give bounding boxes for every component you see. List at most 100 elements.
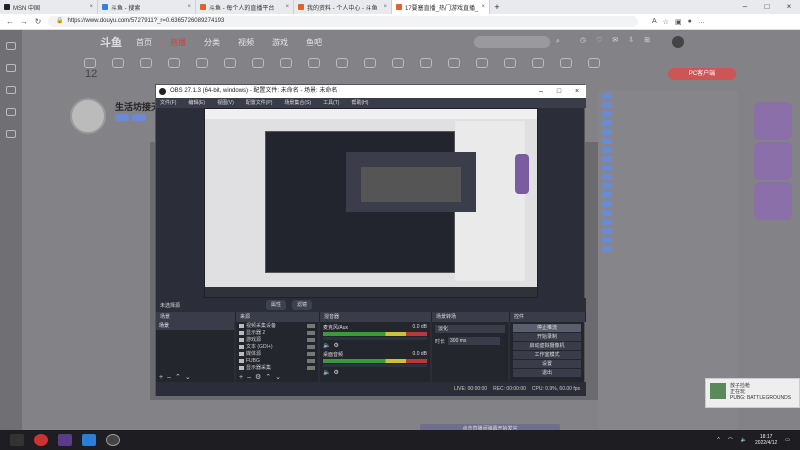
- douyu-icon[interactable]: [34, 434, 48, 446]
- close-icon[interactable]: ×: [481, 4, 485, 10]
- nav-link-active[interactable]: 直播: [170, 37, 186, 48]
- scene-item[interactable]: 场景: [156, 322, 234, 330]
- gear-icon[interactable]: ⚙: [333, 342, 338, 349]
- visibility-icon[interactable]: [307, 330, 315, 335]
- volume-slider[interactable]: [323, 337, 427, 340]
- visibility-icon[interactable]: [307, 344, 315, 349]
- pc-client-button[interactable]: PC客户端: [668, 68, 736, 80]
- studio-mode-button[interactable]: 工作室模式: [513, 351, 581, 359]
- move-up-icon[interactable]: ⌃: [265, 373, 271, 382]
- move-down-icon[interactable]: ⌄: [275, 373, 281, 382]
- follow-icon[interactable]: ♡: [596, 36, 602, 44]
- category-item[interactable]: [278, 58, 294, 82]
- profile-icon[interactable]: ●: [688, 18, 692, 26]
- start-recording-button[interactable]: 开始录制: [513, 333, 581, 341]
- rail-home-icon[interactable]: [6, 42, 16, 50]
- search-icon[interactable]: ⌕: [556, 38, 560, 46]
- menu-view[interactable]: 视图(V): [217, 98, 234, 108]
- nav-link[interactable]: 视频: [238, 37, 254, 48]
- maximize-icon[interactable]: □: [550, 85, 568, 98]
- start-icon[interactable]: [10, 434, 24, 446]
- volume-slider[interactable]: [323, 364, 427, 367]
- visibility-icon[interactable]: [307, 365, 315, 370]
- category-item[interactable]: [110, 58, 126, 82]
- source-item[interactable]: 媒体源: [236, 350, 318, 357]
- url-input[interactable]: 🔒 https://www.douyu.com/5727911?_r=0.6365…: [48, 16, 638, 27]
- virtual-camera-button[interactable]: 启动虚拟摄像机: [513, 342, 581, 350]
- nav-link[interactable]: 分类: [204, 37, 220, 48]
- visibility-icon[interactable]: [307, 337, 315, 342]
- download-icon[interactable]: ⇩: [628, 36, 634, 44]
- obs-preview[interactable]: [204, 108, 538, 298]
- category-item[interactable]: [586, 58, 602, 82]
- gear-icon[interactable]: ⚙: [333, 369, 338, 376]
- visibility-icon[interactable]: [307, 358, 315, 363]
- browser-tab[interactable]: 我的资料 - 个人中心 - 斗鱼 ×: [294, 0, 392, 14]
- category-item[interactable]: [558, 58, 574, 82]
- category-item[interactable]: [390, 58, 406, 82]
- settings-button[interactable]: 设置: [513, 360, 581, 368]
- category-item[interactable]: [306, 58, 322, 82]
- category-item[interactable]: [530, 58, 546, 82]
- favorite-icon[interactable]: ☆: [663, 18, 669, 26]
- rail-game-icon[interactable]: [6, 86, 16, 94]
- source-item[interactable]: 视频采集设备: [236, 322, 318, 329]
- notification-icon[interactable]: ▭: [785, 437, 790, 443]
- minimize-icon[interactable]: –: [734, 0, 756, 14]
- nav-link[interactable]: 首页: [136, 37, 152, 48]
- category-item[interactable]: [502, 58, 518, 82]
- close-icon[interactable]: ×: [383, 4, 387, 10]
- message-icon[interactable]: ✉: [612, 36, 618, 44]
- category-item[interactable]: [474, 58, 490, 82]
- promo-banner[interactable]: [754, 182, 792, 220]
- visibility-icon[interactable]: [307, 323, 315, 328]
- category-item[interactable]: [446, 58, 462, 82]
- minimize-icon[interactable]: –: [532, 85, 550, 98]
- category-item[interactable]: [222, 58, 238, 82]
- remove-icon[interactable]: –: [167, 373, 171, 382]
- back-icon[interactable]: ←: [6, 17, 14, 26]
- gift-icon[interactable]: ⊞: [644, 36, 650, 44]
- obs-icon[interactable]: [106, 434, 120, 446]
- browser-tab[interactable]: MSN 中国 ×: [0, 0, 98, 14]
- properties-button[interactable]: 属性: [266, 300, 287, 310]
- promo-banner[interactable]: [754, 102, 792, 140]
- menu-tools[interactable]: 工具(T): [323, 98, 339, 108]
- nav-link[interactable]: 鱼吧: [306, 37, 322, 48]
- category-item[interactable]: [250, 58, 266, 82]
- category-item[interactable]: [138, 58, 154, 82]
- maximize-icon[interactable]: □: [756, 0, 778, 14]
- collections-icon[interactable]: ▣: [675, 18, 682, 26]
- move-up-icon[interactable]: ⌃: [175, 373, 181, 382]
- browser-tab[interactable]: 斗鱼 - 搜索 ×: [98, 0, 196, 14]
- transition-select[interactable]: 淡化: [435, 325, 505, 333]
- exit-button[interactable]: 退出: [513, 369, 581, 377]
- close-icon[interactable]: ×: [285, 4, 289, 10]
- speaker-icon[interactable]: 🔈: [323, 369, 330, 376]
- visibility-icon[interactable]: [307, 351, 315, 356]
- site-logo[interactable]: 斗鱼: [100, 34, 122, 50]
- source-item[interactable]: 显示器 2: [236, 329, 318, 336]
- menu-scene-collection[interactable]: 场景集合(S): [284, 98, 311, 108]
- menu-file[interactable]: 文件(F): [160, 98, 176, 108]
- more-icon[interactable]: …: [698, 18, 705, 26]
- add-icon[interactable]: +: [159, 373, 163, 382]
- duration-input[interactable]: 300 ms: [448, 337, 501, 345]
- category-item[interactable]: [362, 58, 378, 82]
- game-notification[interactable]: 放子捡枪 正在玩 PUBG: BATTLEGROUNDS: [705, 378, 800, 408]
- close-icon[interactable]: ×: [568, 85, 586, 98]
- read-aloud-icon[interactable]: A: [652, 18, 657, 26]
- speaker-icon[interactable]: 🔈: [323, 342, 330, 349]
- stop-streaming-button[interactable]: 停止推流: [513, 324, 581, 332]
- source-item[interactable]: 文本 (GDI+): [236, 343, 318, 350]
- add-icon[interactable]: +: [239, 373, 243, 382]
- close-icon[interactable]: ×: [778, 0, 800, 14]
- browser-tab[interactable]: 斗鱼 - 每个人的直播平台 ×: [196, 0, 294, 14]
- rail-video-icon[interactable]: [6, 108, 16, 116]
- category-item[interactable]: [418, 58, 434, 82]
- source-item[interactable]: 游戏源: [236, 336, 318, 343]
- category-item[interactable]: [334, 58, 350, 82]
- new-tab-icon[interactable]: +: [490, 0, 504, 14]
- edge-icon[interactable]: [82, 434, 96, 446]
- move-down-icon[interactable]: ⌄: [185, 373, 191, 382]
